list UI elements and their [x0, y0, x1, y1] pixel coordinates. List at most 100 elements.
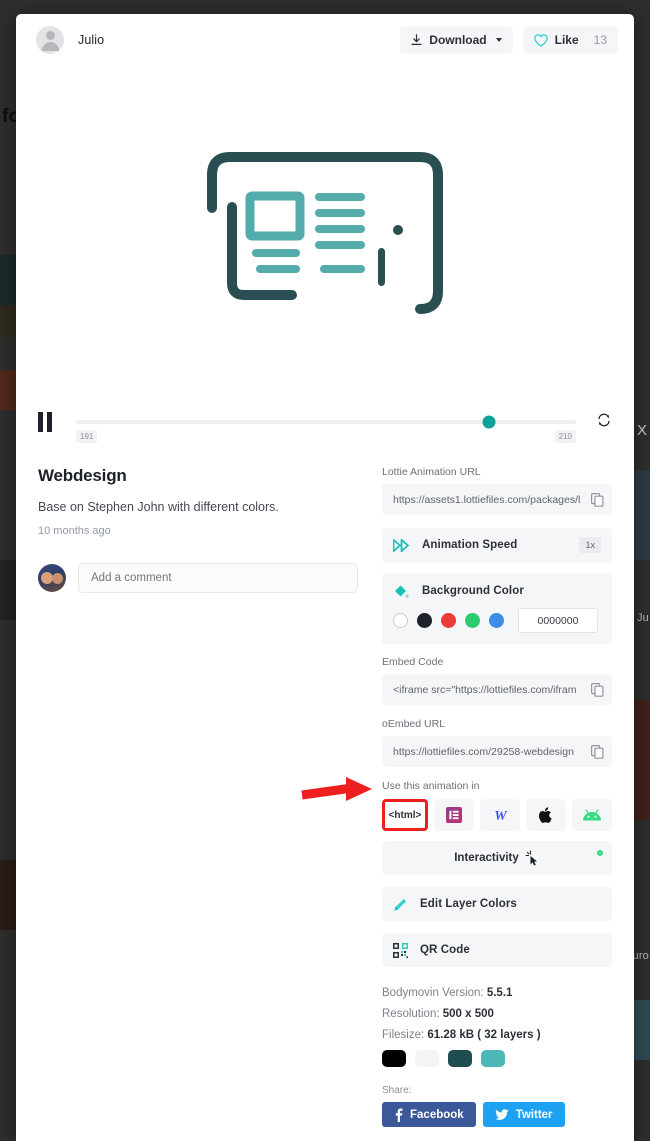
copy-icon[interactable] — [591, 682, 604, 697]
animation-date: 10 months ago — [38, 525, 111, 537]
backdrop-thumb-1 — [0, 255, 16, 305]
platform-row: <html> W — [382, 799, 612, 831]
author-avatar[interactable] — [36, 26, 64, 54]
platform-html-button[interactable]: <html> — [382, 799, 428, 831]
share-twitter-button[interactable]: Twitter — [482, 1102, 565, 1127]
background-color-panel: Background Color — [382, 574, 612, 644]
edit-layer-colors-button[interactable]: Edit Layer Colors — [382, 887, 612, 921]
animation-description: Base on Stephen John with different colo… — [38, 500, 279, 514]
qr-code-icon — [393, 942, 408, 958]
animation-detail-modal: Julio Download Like 13 191 210 Webdesign… — [16, 14, 634, 1141]
qr-code-button[interactable]: QR Code — [382, 933, 612, 967]
animation-stage[interactable] — [16, 66, 634, 394]
download-button[interactable]: Download — [400, 26, 513, 54]
swatch-white[interactable] — [393, 613, 408, 628]
lottie-url-value: https://assets1.lottiefiles.com/packages… — [393, 493, 581, 506]
platform-android-button[interactable] — [572, 799, 612, 831]
interactivity-label: Interactivity — [454, 852, 519, 864]
frame-end-label: 210 — [554, 430, 576, 443]
lottie-url-label: Lottie Animation URL — [382, 466, 481, 478]
layer-color-white[interactable] — [415, 1050, 439, 1067]
like-count: 13 — [593, 33, 607, 47]
like-button[interactable]: Like 13 — [522, 26, 618, 54]
swatch-blue[interactable] — [489, 613, 504, 628]
resolution-line: Resolution: 500 x 500 — [382, 1008, 612, 1020]
fast-forward-icon — [393, 538, 409, 552]
filesize-line: Filesize: 61.28 kB ( 32 layers ) — [382, 1029, 612, 1041]
share-facebook-label: Facebook — [410, 1108, 464, 1121]
page-title: Webdesign — [38, 466, 127, 485]
loop-icon — [598, 413, 610, 427]
backdrop-thumb-2 — [0, 305, 16, 337]
share-row: Facebook Twitter — [382, 1102, 612, 1127]
timeline-wrapper: 191 210 — [76, 406, 576, 443]
use-in-label: Use this animation in — [382, 780, 480, 792]
timeline-slider[interactable] — [76, 415, 576, 429]
embed-code-label: Embed Code — [382, 656, 444, 668]
heart-icon — [533, 33, 548, 47]
embed-code-field[interactable]: <iframe src="https://lottiefiles.com/ifr… — [382, 674, 612, 705]
swatch-red[interactable] — [441, 613, 456, 628]
apple-icon — [539, 807, 552, 823]
animation-speed-value[interactable]: 1x — [579, 537, 601, 553]
lottie-url-field[interactable]: https://assets1.lottiefiles.com/packages… — [382, 484, 612, 515]
webdesign-animation-graphic — [207, 151, 443, 314]
caret-down-icon[interactable] — [495, 38, 502, 42]
backdrop-thumb-4 — [0, 560, 16, 620]
background-color-label: Background Color — [422, 585, 524, 597]
layer-color-light-teal[interactable] — [481, 1050, 505, 1067]
animation-speed-label: Animation Speed — [422, 539, 518, 551]
qr-code-label: QR Code — [420, 944, 470, 956]
swatch-black[interactable] — [417, 613, 432, 628]
copy-icon[interactable] — [591, 744, 604, 759]
svg-text:W: W — [494, 809, 508, 822]
share-facebook-button[interactable]: Facebook — [382, 1102, 476, 1127]
cursor-click-icon — [525, 850, 537, 866]
edit-layer-colors-row[interactable]: Edit Layer Colors — [382, 887, 612, 921]
background-color-header: Background Color — [382, 574, 612, 608]
platform-webflow-button[interactable]: W — [480, 799, 520, 831]
backdrop-close-icon: X — [636, 422, 647, 439]
modal-header: Julio Download Like 13 — [16, 14, 634, 66]
resolution-value: 500 x 500 — [442, 1008, 494, 1020]
resolution-label: Resolution: — [382, 1008, 440, 1020]
elementor-icon — [446, 807, 462, 823]
layer-color-dark-teal[interactable] — [448, 1050, 472, 1067]
pause-button[interactable] — [38, 412, 56, 432]
paint-bucket-icon — [395, 585, 409, 598]
layer-color-black[interactable] — [382, 1050, 406, 1067]
oembed-label: oEmbed URL — [382, 718, 446, 730]
backdrop-text-r3: uro — [632, 950, 649, 962]
metadata-block: Bodymovin Version: 5.5.1 Resolution: 500… — [382, 987, 612, 1067]
pause-bar-right — [47, 412, 52, 432]
twitter-icon — [495, 1108, 509, 1120]
platform-html-label: <html> — [388, 809, 422, 821]
swatch-green[interactable] — [465, 613, 480, 628]
copy-icon[interactable] — [591, 492, 604, 507]
layer-color-swatches — [382, 1050, 612, 1067]
bodymovin-value: 5.5.1 — [486, 987, 513, 999]
platform-apple-button[interactable] — [526, 799, 566, 831]
settings-column: Lottie Animation URL https://assets1.lot… — [382, 466, 612, 1141]
webflow-icon: W — [494, 809, 508, 822]
comment-avatar[interactable] — [38, 564, 66, 592]
edit-layer-colors-label: Edit Layer Colors — [420, 898, 517, 910]
comment-row — [38, 563, 358, 593]
animation-speed-row[interactable]: Animation Speed 1x — [382, 528, 612, 562]
platform-elementor-button[interactable] — [434, 799, 474, 831]
oembed-value: https://lottiefiles.com/29258-webdesign — [393, 745, 574, 758]
interactivity-status-dot — [597, 850, 603, 856]
animation-speed-panel[interactable]: Animation Speed 1x — [382, 528, 612, 562]
qr-code-row[interactable]: QR Code — [382, 933, 612, 967]
background-hex-input[interactable] — [518, 608, 598, 633]
timeline-thumb[interactable] — [482, 415, 495, 429]
player-controls: 191 210 — [16, 394, 634, 450]
comment-input[interactable] — [78, 563, 358, 593]
filesize-label: Filesize: — [382, 1029, 425, 1041]
android-icon — [583, 808, 601, 820]
interactivity-button[interactable]: Interactivity — [382, 841, 612, 875]
oembed-field[interactable]: https://lottiefiles.com/29258-webdesign — [382, 736, 612, 767]
loop-button[interactable] — [596, 412, 612, 433]
author-name[interactable]: Julio — [78, 33, 104, 47]
backdrop-thumb-5 — [0, 860, 16, 930]
